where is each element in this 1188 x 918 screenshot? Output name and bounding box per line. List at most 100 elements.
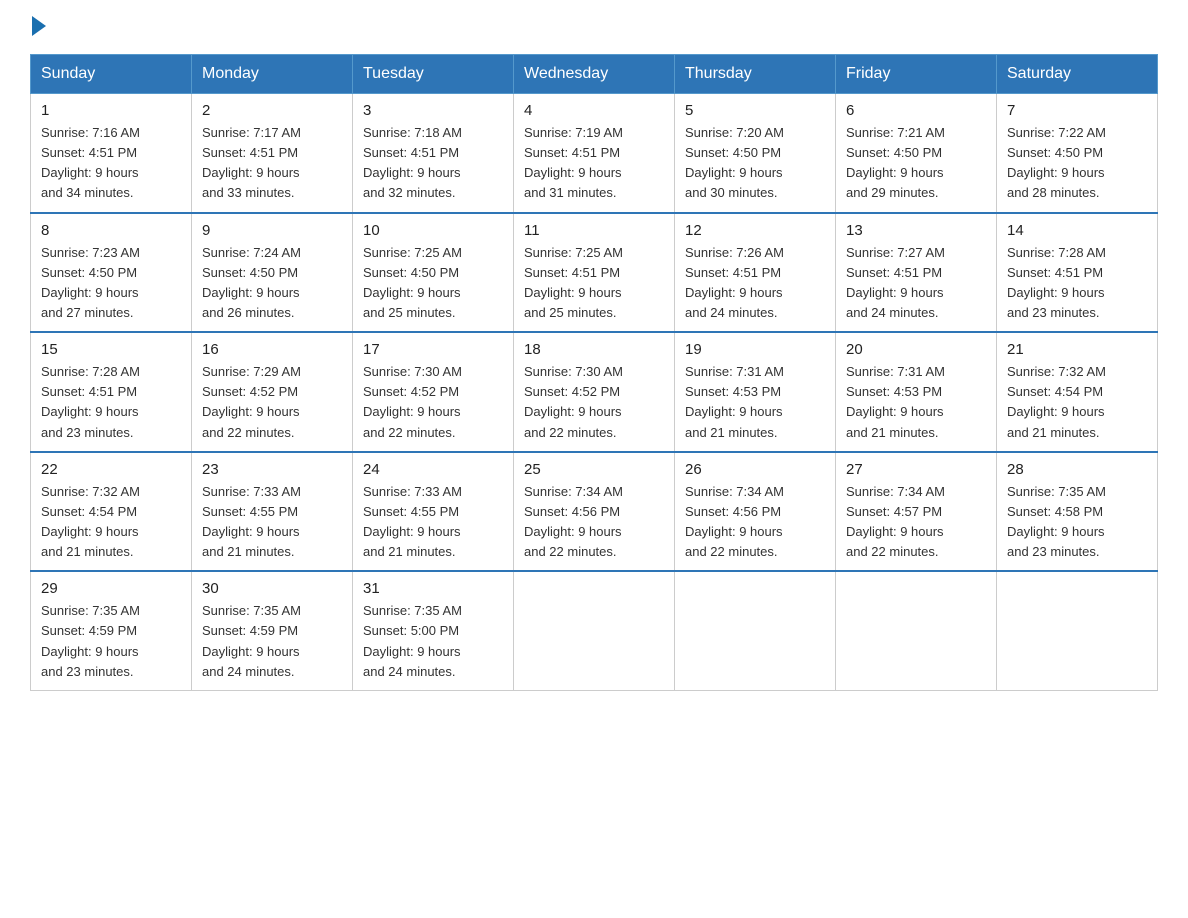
- day-number: 9: [202, 222, 342, 239]
- calendar-cell: 19Sunrise: 7:31 AMSunset: 4:53 PMDayligh…: [675, 332, 836, 452]
- calendar-cell: 7 Sunrise: 7:22 AMSunset: 4:50 PMDaylight…: [997, 94, 1158, 213]
- day-info: Sunrise: 7:26 AMSunset: 4:51 PMDaylight:…: [685, 243, 825, 324]
- calendar-cell: 1 Sunrise: 7:16 AMSunset: 4:51 PMDaylight…: [31, 94, 192, 213]
- calendar-cell: 9 Sunrise: 7:24 AMSunset: 4:50 PMDaylight…: [192, 213, 353, 333]
- day-info: Sunrise: 7:21 AMSunset: 4:50 PMDaylight:…: [846, 123, 986, 204]
- day-number: 16: [202, 341, 342, 358]
- day-info: Sunrise: 7:34 AMSunset: 4:56 PMDaylight:…: [685, 482, 825, 563]
- calendar-cell: 31 Sunrise: 7:35 AMSunset: 5:00 PMDayligh…: [353, 571, 514, 690]
- day-info: Sunrise: 7:18 AMSunset: 4:51 PMDaylight:…: [363, 123, 503, 204]
- day-info: Sunrise: 7:17 AMSunset: 4:51 PMDaylight:…: [202, 123, 342, 204]
- day-info: Sunrise: 7:33 AMSunset: 4:55 PMDaylight:…: [363, 482, 503, 563]
- day-info: Sunrise: 7:30 AMSunset: 4:52 PMDaylight:…: [363, 362, 503, 443]
- col-header-monday: Monday: [192, 55, 353, 94]
- calendar-cell: 18 Sunrise: 7:30 AMSunset: 4:52 PMDayligh…: [514, 332, 675, 452]
- day-number: 6: [846, 102, 986, 119]
- day-number: 31: [363, 580, 503, 597]
- calendar-cell: 16 Sunrise: 7:29 AMSunset: 4:52 PMDayligh…: [192, 332, 353, 452]
- calendar-week-row: 8 Sunrise: 7:23 AMSunset: 4:50 PMDaylight…: [31, 213, 1158, 333]
- calendar-cell: 24 Sunrise: 7:33 AMSunset: 4:55 PMDayligh…: [353, 452, 514, 572]
- day-info: Sunrise: 7:25 AMSunset: 4:50 PMDaylight:…: [363, 243, 503, 324]
- day-number: 2: [202, 102, 342, 119]
- calendar-cell: 11 Sunrise: 7:25 AMSunset: 4:51 PMDayligh…: [514, 213, 675, 333]
- day-info: Sunrise: 7:20 AMSunset: 4:50 PMDaylight:…: [685, 123, 825, 204]
- calendar-cell: 13 Sunrise: 7:27 AMSunset: 4:51 PMDayligh…: [836, 213, 997, 333]
- calendar-week-row: 29 Sunrise: 7:35 AMSunset: 4:59 PMDayligh…: [31, 571, 1158, 690]
- day-number: 18: [524, 341, 664, 358]
- calendar-week-row: 15 Sunrise: 7:28 AMSunset: 4:51 PMDayligh…: [31, 332, 1158, 452]
- day-info: Sunrise: 7:28 AMSunset: 4:51 PMDaylight:…: [1007, 243, 1147, 324]
- calendar-cell: 22Sunrise: 7:32 AMSunset: 4:54 PMDayligh…: [31, 452, 192, 572]
- day-number: 7: [1007, 102, 1147, 119]
- day-info: Sunrise: 7:23 AMSunset: 4:50 PMDaylight:…: [41, 243, 181, 324]
- day-info: Sunrise: 7:31 AMSunset: 4:53 PMDaylight:…: [846, 362, 986, 443]
- day-info: Sunrise: 7:28 AMSunset: 4:51 PMDaylight:…: [41, 362, 181, 443]
- calendar-cell: 27 Sunrise: 7:34 AMSunset: 4:57 PMDayligh…: [836, 452, 997, 572]
- day-info: Sunrise: 7:35 AMSunset: 4:59 PMDaylight:…: [202, 601, 342, 682]
- day-info: Sunrise: 7:27 AMSunset: 4:51 PMDaylight:…: [846, 243, 986, 324]
- calendar-cell: 25 Sunrise: 7:34 AMSunset: 4:56 PMDayligh…: [514, 452, 675, 572]
- calendar-header-row: SundayMondayTuesdayWednesdayThursdayFrid…: [31, 55, 1158, 94]
- page-header: [30, 20, 1158, 36]
- day-number: 1: [41, 102, 181, 119]
- day-number: 10: [363, 222, 503, 239]
- calendar-cell: 6 Sunrise: 7:21 AMSunset: 4:50 PMDaylight…: [836, 94, 997, 213]
- day-info: Sunrise: 7:32 AMSunset: 4:54 PMDaylight:…: [41, 482, 181, 563]
- day-info: Sunrise: 7:35 AMSunset: 4:58 PMDaylight:…: [1007, 482, 1147, 563]
- col-header-friday: Friday: [836, 55, 997, 94]
- day-number: 15: [41, 341, 181, 358]
- day-info: Sunrise: 7:35 AMSunset: 4:59 PMDaylight:…: [41, 601, 181, 682]
- day-info: Sunrise: 7:30 AMSunset: 4:52 PMDaylight:…: [524, 362, 664, 443]
- day-info: Sunrise: 7:34 AMSunset: 4:56 PMDaylight:…: [524, 482, 664, 563]
- calendar-cell: 23 Sunrise: 7:33 AMSunset: 4:55 PMDayligh…: [192, 452, 353, 572]
- day-info: Sunrise: 7:25 AMSunset: 4:51 PMDaylight:…: [524, 243, 664, 324]
- col-header-saturday: Saturday: [997, 55, 1158, 94]
- calendar-cell: 30Sunrise: 7:35 AMSunset: 4:59 PMDayligh…: [192, 571, 353, 690]
- day-info: Sunrise: 7:34 AMSunset: 4:57 PMDaylight:…: [846, 482, 986, 563]
- day-number: 28: [1007, 461, 1147, 478]
- calendar-cell: [836, 571, 997, 690]
- col-header-thursday: Thursday: [675, 55, 836, 94]
- day-number: 29: [41, 580, 181, 597]
- day-info: Sunrise: 7:35 AMSunset: 5:00 PMDaylight:…: [363, 601, 503, 682]
- calendar-cell: 14 Sunrise: 7:28 AMSunset: 4:51 PMDayligh…: [997, 213, 1158, 333]
- day-info: Sunrise: 7:32 AMSunset: 4:54 PMDaylight:…: [1007, 362, 1147, 443]
- calendar-week-row: 22Sunrise: 7:32 AMSunset: 4:54 PMDayligh…: [31, 452, 1158, 572]
- day-number: 27: [846, 461, 986, 478]
- calendar-cell: 21 Sunrise: 7:32 AMSunset: 4:54 PMDayligh…: [997, 332, 1158, 452]
- col-header-sunday: Sunday: [31, 55, 192, 94]
- col-header-tuesday: Tuesday: [353, 55, 514, 94]
- logo-triangle-icon: [32, 16, 46, 36]
- calendar-cell: 28 Sunrise: 7:35 AMSunset: 4:58 PMDayligh…: [997, 452, 1158, 572]
- calendar-week-row: 1 Sunrise: 7:16 AMSunset: 4:51 PMDaylight…: [31, 94, 1158, 213]
- day-number: 8: [41, 222, 181, 239]
- calendar-cell: 26Sunrise: 7:34 AMSunset: 4:56 PMDayligh…: [675, 452, 836, 572]
- calendar-cell: 12 Sunrise: 7:26 AMSunset: 4:51 PMDayligh…: [675, 213, 836, 333]
- day-number: 17: [363, 341, 503, 358]
- day-number: 24: [363, 461, 503, 478]
- day-number: 11: [524, 222, 664, 239]
- day-number: 12: [685, 222, 825, 239]
- day-number: 21: [1007, 341, 1147, 358]
- day-info: Sunrise: 7:22 AMSunset: 4:50 PMDaylight:…: [1007, 123, 1147, 204]
- day-info: Sunrise: 7:29 AMSunset: 4:52 PMDaylight:…: [202, 362, 342, 443]
- day-info: Sunrise: 7:19 AMSunset: 4:51 PMDaylight:…: [524, 123, 664, 204]
- calendar-cell: 8 Sunrise: 7:23 AMSunset: 4:50 PMDaylight…: [31, 213, 192, 333]
- calendar-cell: 3 Sunrise: 7:18 AMSunset: 4:51 PMDaylight…: [353, 94, 514, 213]
- calendar-cell: 10 Sunrise: 7:25 AMSunset: 4:50 PMDayligh…: [353, 213, 514, 333]
- calendar-cell: 4Sunrise: 7:19 AMSunset: 4:51 PMDaylight…: [514, 94, 675, 213]
- col-header-wednesday: Wednesday: [514, 55, 675, 94]
- day-number: 14: [1007, 222, 1147, 239]
- calendar-table: SundayMondayTuesdayWednesdayThursdayFrid…: [30, 54, 1158, 691]
- day-number: 23: [202, 461, 342, 478]
- day-number: 25: [524, 461, 664, 478]
- calendar-cell: 5Sunrise: 7:20 AMSunset: 4:50 PMDaylight…: [675, 94, 836, 213]
- day-info: Sunrise: 7:31 AMSunset: 4:53 PMDaylight:…: [685, 362, 825, 443]
- day-info: Sunrise: 7:16 AMSunset: 4:51 PMDaylight:…: [41, 123, 181, 204]
- day-number: 13: [846, 222, 986, 239]
- day-info: Sunrise: 7:24 AMSunset: 4:50 PMDaylight:…: [202, 243, 342, 324]
- calendar-cell: 20Sunrise: 7:31 AMSunset: 4:53 PMDayligh…: [836, 332, 997, 452]
- calendar-cell: 2 Sunrise: 7:17 AMSunset: 4:51 PMDaylight…: [192, 94, 353, 213]
- day-info: Sunrise: 7:33 AMSunset: 4:55 PMDaylight:…: [202, 482, 342, 563]
- day-number: 3: [363, 102, 503, 119]
